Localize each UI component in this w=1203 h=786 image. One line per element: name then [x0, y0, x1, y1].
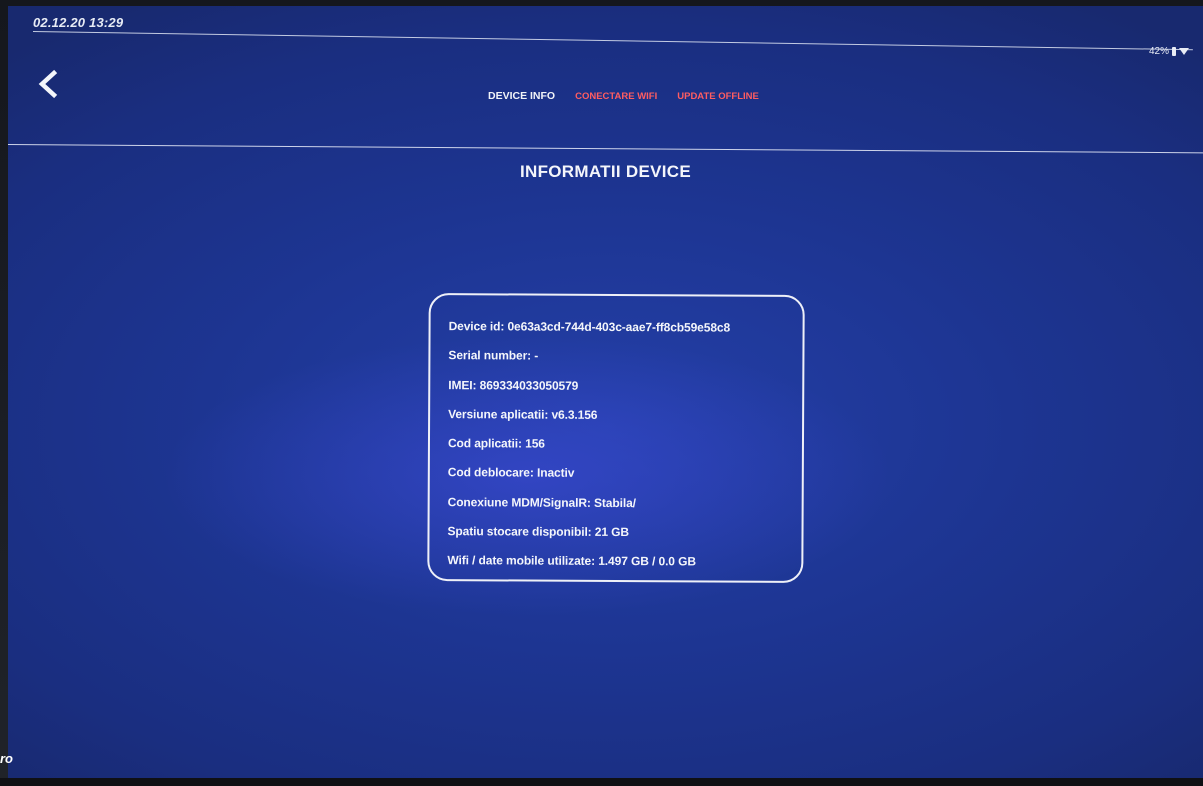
info-unlock-code: Cod deblocare: Inactiv — [447, 465, 575, 481]
nav-tabs: DEVICE INFO CONECTARE WIFI UPDATE OFFLIN… — [488, 90, 759, 102]
device-info-list: Device id: 0e63a3cd-744d-403c-aae7-ff8cb… — [447, 312, 730, 577]
tab-update-offline[interactable]: UPDATE OFFLINE — [677, 91, 759, 102]
tablet-screen: 02.12.20 13:29 42% DEVICE INFO CONECTARE… — [8, 6, 1203, 778]
info-app-version: Versiune aplicatii: v6.3.156 — [448, 407, 598, 422]
status-divider — [32, 31, 1193, 51]
battery-percentage: 42% — [1148, 46, 1169, 57]
header-divider — [8, 144, 1203, 154]
info-mdm-connection: Conexiune MDM/SignalR: Stabila/ — [447, 494, 636, 510]
status-indicators: 42% — [1149, 46, 1189, 57]
back-button[interactable] — [30, 64, 70, 104]
status-datetime: 02.12.20 13:29 — [33, 15, 124, 30]
tab-device-info[interactable]: DEVICE INFO — [488, 90, 555, 102]
info-serial-number: Serial number: - — [448, 348, 539, 363]
wifi-icon — [1179, 48, 1189, 55]
info-imei: IMEI: 869334033050579 — [448, 377, 579, 393]
battery-icon — [1172, 47, 1176, 56]
bottom-bezel — [0, 778, 1203, 786]
info-data-usage: Wifi / date mobile utilizate: 1.497 GB /… — [447, 553, 696, 569]
chevron-left-icon — [38, 69, 58, 99]
device-info-card: Device id: 0e63a3cd-744d-403c-aae7-ff8cb… — [427, 293, 805, 583]
status-bar: 02.12.20 13:29 42% — [8, 6, 1203, 57]
page-title: INFORMATII DEVICE — [519, 162, 691, 181]
info-device-id: Device id: 0e63a3cd-744d-403c-aae7-ff8cb… — [448, 319, 731, 335]
tab-conectare-wifi[interactable]: CONECTARE WIFI — [575, 91, 657, 102]
info-app-code: Cod aplicatii: 156 — [447, 436, 545, 451]
info-storage: Spatiu stocare disponibil: 21 GB — [447, 524, 630, 540]
brand-logo-fragment: ro — [0, 751, 13, 766]
photo-frame: 02.12.20 13:29 42% DEVICE INFO CONECTARE… — [0, 0, 1203, 786]
